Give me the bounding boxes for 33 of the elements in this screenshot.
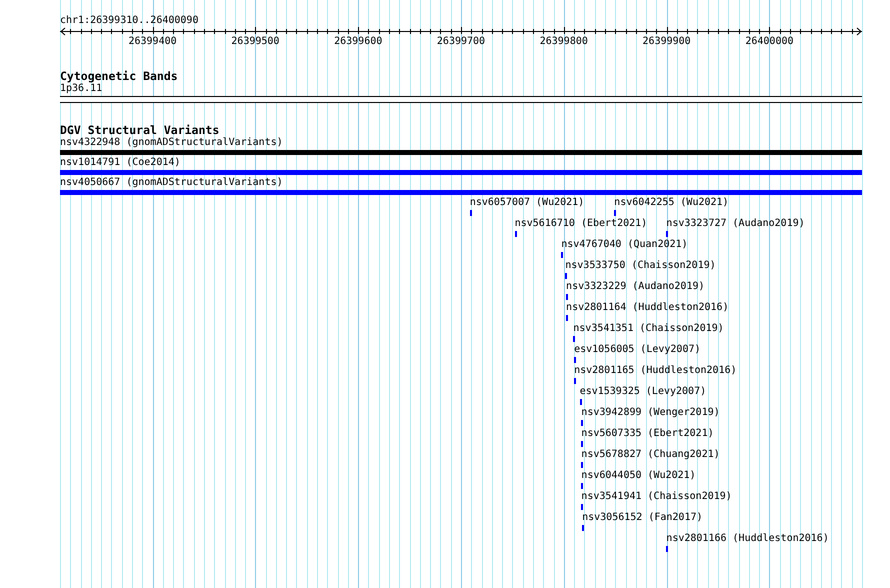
variant-label: nsv6044050 (Wu2021) xyxy=(581,470,696,482)
variant-label: nsv3541941 (Chaisson2019) xyxy=(581,491,732,503)
variant-label: nsv2801165 (Huddleston2016) xyxy=(574,365,737,377)
variant-label: nsv3541351 (Chaisson2019) xyxy=(573,323,724,335)
tick-label: 26399600 xyxy=(334,36,382,48)
variant-label: nsv5678827 (Chuang2021) xyxy=(581,449,720,461)
variant-label: nsv3323727 (Audano2019) xyxy=(666,218,805,230)
variant-label: nsv1014791 (Coe2014) xyxy=(60,157,182,169)
variant-label: nsv6057007 (Wu2021) xyxy=(470,197,584,209)
variant-label: nsv5616710 (Ebert2021) xyxy=(514,218,648,230)
variant-label: nsv3533750 (Chaisson2019) xyxy=(565,260,716,272)
variant-label: nsv3323229 (Audano2019) xyxy=(566,281,705,293)
track-title: DGV Structural Variants xyxy=(60,124,220,137)
tick-label: 26400000 xyxy=(745,36,794,48)
variant-label: esv1539325 (Levy2007) xyxy=(580,386,706,398)
variant-label: nsv4767040 (Quan2021) xyxy=(561,239,688,251)
tick-label: 26399500 xyxy=(231,36,280,48)
band-label: 1p36.11 xyxy=(60,83,102,95)
tick-label: 26399400 xyxy=(128,36,177,48)
variant-label: nsv6042255 (Wu2021) xyxy=(614,197,729,209)
variant-label: nsv3942899 (Wenger2019) xyxy=(581,407,720,419)
track-title: Cytogenetic Bands xyxy=(60,70,178,83)
variant-label: nsv3056152 (Fan2017) xyxy=(582,512,703,524)
variant-label: nsv2801166 (Huddleston2016) xyxy=(666,533,829,545)
tick-label: 26399800 xyxy=(540,36,588,48)
location-label: chr1:26399310..26400090 xyxy=(60,14,198,27)
variant-label: nsv4322948 (gnomADStructuralVariants) xyxy=(60,137,284,149)
variant-label: nsv4050667 (gnomADStructuralVariants) xyxy=(60,177,284,189)
variant-label: nsv5607335 (Ebert2021) xyxy=(581,428,714,440)
tick-label: 26399700 xyxy=(436,36,486,48)
variant-label: nsv2801164 (Huddleston2016) xyxy=(566,302,729,314)
variant-label: esv1056005 (Levy2007) xyxy=(574,344,701,356)
tick-label: 26399900 xyxy=(642,36,691,48)
